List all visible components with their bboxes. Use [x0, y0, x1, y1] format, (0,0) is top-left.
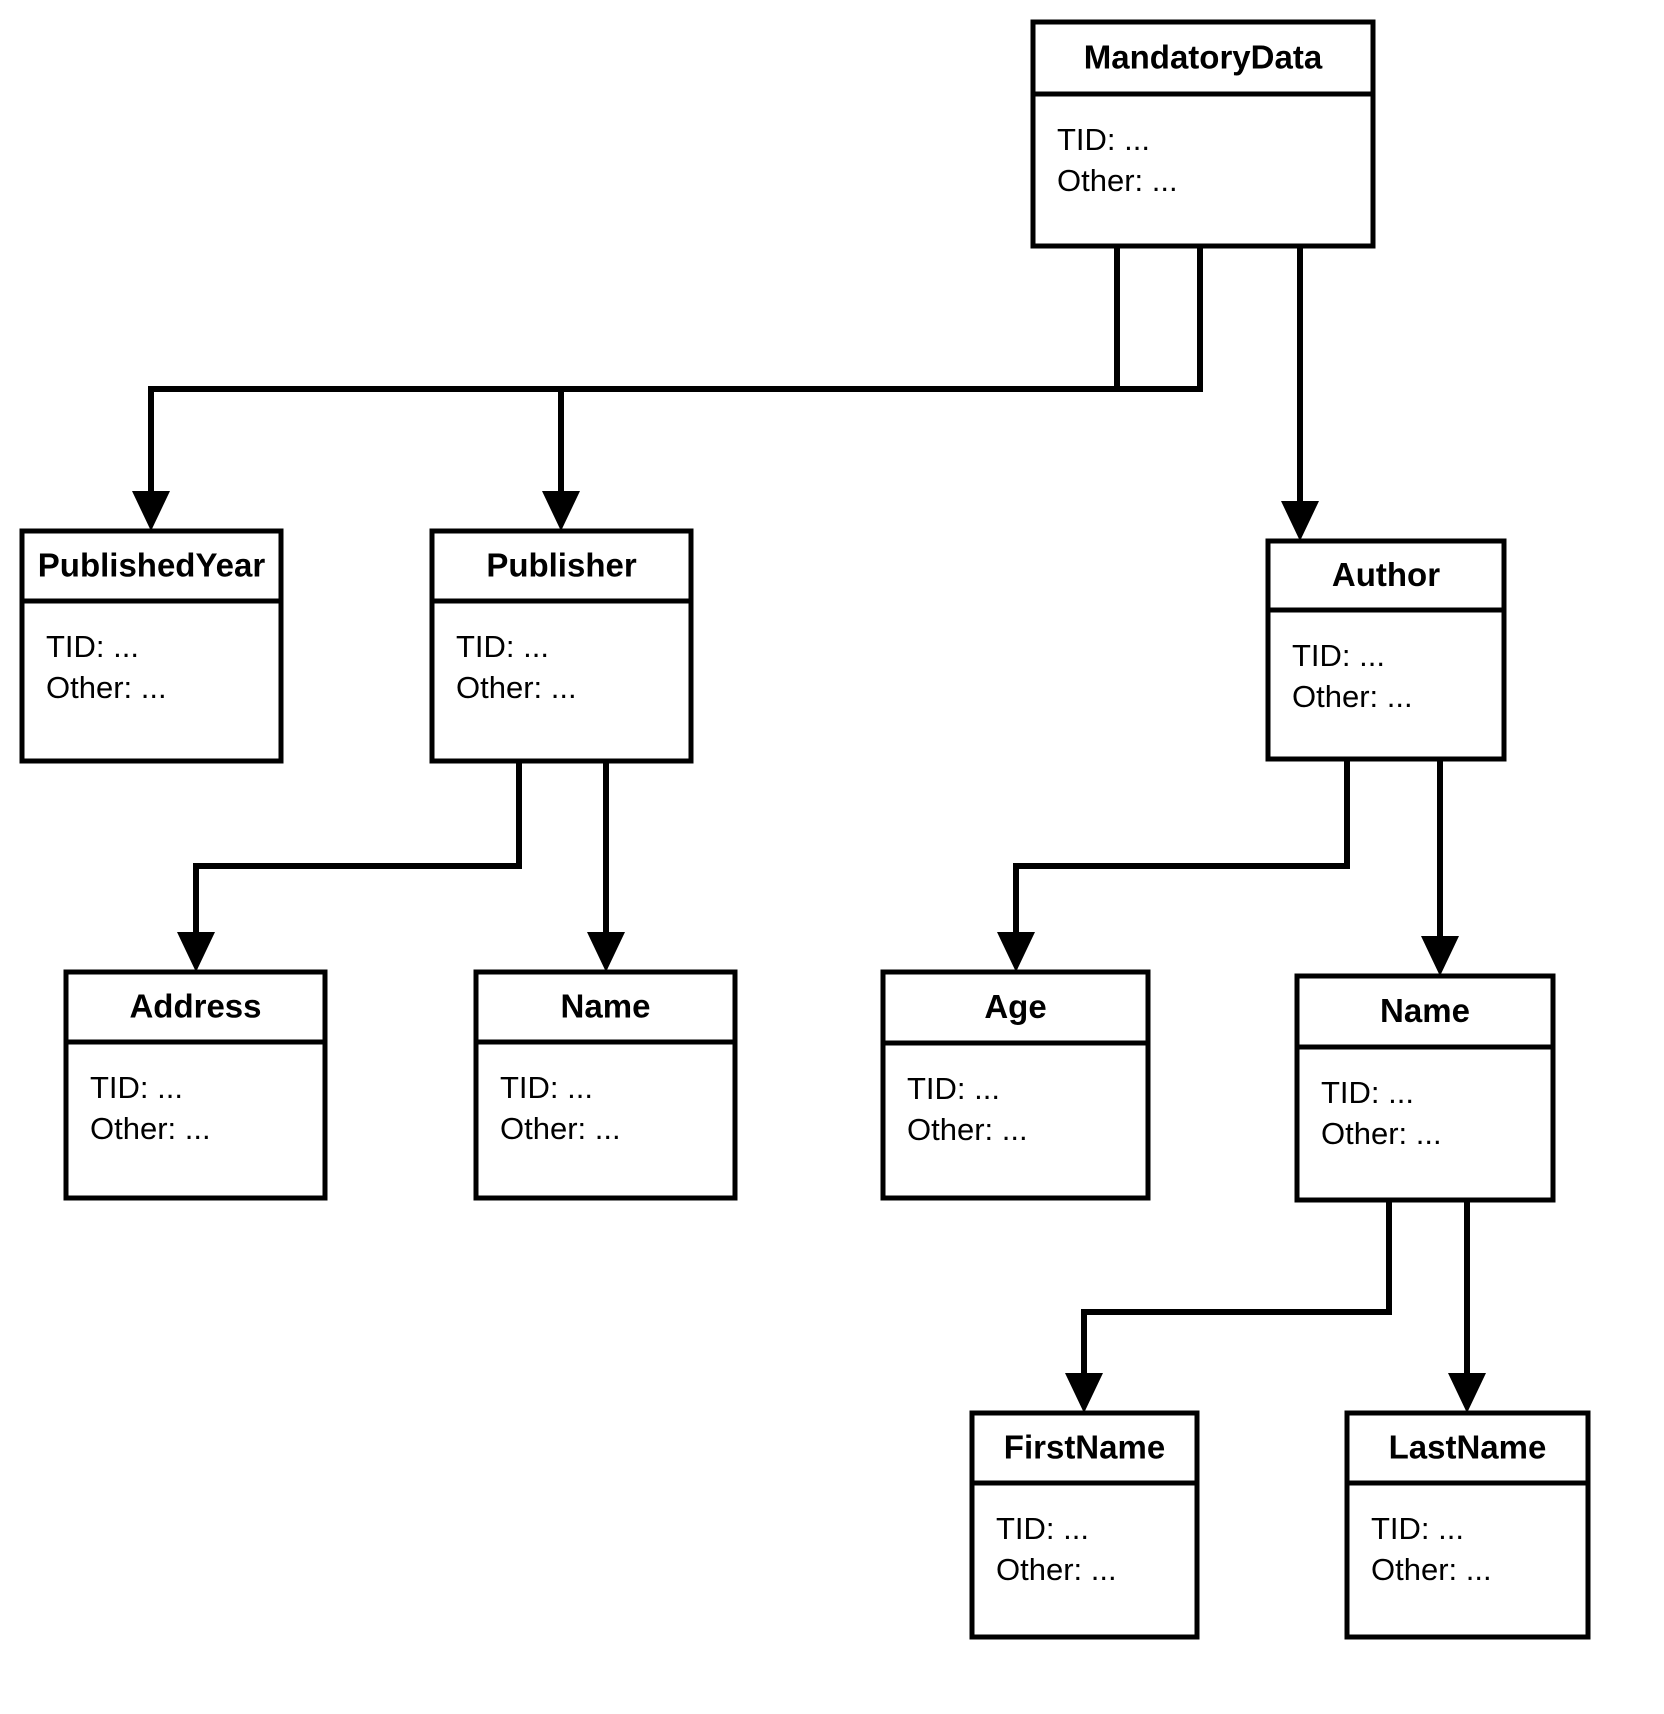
class-box-firstname[interactable]: FirstName TID: ... Other: ... — [969, 1410, 1200, 1640]
class-box-title: Author — [1332, 556, 1440, 593]
connector-name-lastname — [1448, 1200, 1486, 1413]
class-attribute: Other: ... — [90, 1111, 211, 1146]
class-box-mandatorydata[interactable]: MandatoryData TID: ... Other: ... — [1030, 19, 1376, 249]
class-box-title: Name — [561, 988, 651, 1025]
class-attribute: Other: ... — [1321, 1116, 1442, 1151]
connector-line — [148, 246, 1120, 493]
class-attribute: TID: ... — [907, 1071, 1000, 1106]
arrowhead-icon — [1448, 1373, 1486, 1413]
connector-author-age — [997, 759, 1350, 972]
class-attribute: TID: ... — [90, 1070, 183, 1105]
class-box-publishedyear[interactable]: PublishedYear TID: ... Other: ... — [19, 528, 284, 764]
class-attribute: TID: ... — [1321, 1075, 1414, 1110]
arrowhead-icon — [542, 491, 580, 531]
class-attribute: TID: ... — [1057, 122, 1150, 157]
connector-author-name — [1421, 759, 1459, 976]
class-attribute: TID: ... — [996, 1511, 1089, 1546]
class-attribute: Other: ... — [500, 1111, 621, 1146]
connector-publisher-name — [587, 761, 625, 972]
arrowhead-icon — [1421, 936, 1459, 976]
class-box-title: PublishedYear — [38, 547, 266, 584]
class-attribute: Other: ... — [907, 1112, 1028, 1147]
class-attribute: TID: ... — [1292, 638, 1385, 673]
class-box-layer: MandatoryDataTID: ...Other: ...Published… — [19, 19, 1591, 1640]
class-attribute: Other: ... — [1292, 679, 1413, 714]
class-box-title: LastName — [1389, 1429, 1547, 1466]
arrowhead-icon — [1065, 1373, 1103, 1413]
class-attribute: TID: ... — [46, 629, 139, 664]
connector-md-publisher — [542, 246, 1203, 531]
class-attribute: TID: ... — [1371, 1511, 1464, 1546]
uml-diagram-canvas: MandatoryData TID: ... Other: ... Published… — [0, 0, 1664, 1714]
class-box-title: MandatoryData — [1084, 39, 1323, 76]
class-attribute: Other: ... — [46, 670, 167, 705]
class-box-author-name[interactable]: Name TID: ... Other: ... — [1294, 973, 1556, 1203]
connector-line — [1013, 759, 1350, 934]
connector-line — [1081, 1200, 1392, 1375]
arrowhead-icon — [132, 491, 170, 531]
class-box-title: FirstName — [1004, 1429, 1165, 1466]
class-box-age[interactable]: Age TID: ... Other: ... — [880, 969, 1151, 1201]
arrowhead-icon — [997, 932, 1035, 972]
arrowhead-icon — [587, 932, 625, 972]
class-box-publisher[interactable]: Publisher TID: ... Other: ... — [429, 528, 694, 764]
class-box-author[interactable]: Author TID: ... Other: ... — [1265, 538, 1507, 762]
class-box-title: Address — [129, 988, 261, 1025]
class-box-lastname[interactable]: LastName TID: ... Other: ... — [1344, 1410, 1591, 1640]
connector-layer — [132, 246, 1486, 1413]
class-box-title: Publisher — [486, 547, 637, 584]
class-box-title: Name — [1380, 992, 1470, 1029]
class-box-title: Age — [984, 988, 1046, 1025]
class-attribute: Other: ... — [1057, 163, 1178, 198]
arrowhead-icon — [177, 932, 215, 972]
class-attribute: Other: ... — [456, 670, 577, 705]
connector-line — [558, 246, 1203, 493]
class-attribute: TID: ... — [500, 1070, 593, 1105]
class-box-publisher-name[interactable]: Name TID: ... Other: ... — [473, 969, 738, 1201]
diagram-svg: MandatoryDataTID: ...Other: ...Published… — [19, 19, 1591, 1640]
arrowhead-icon — [1281, 501, 1319, 541]
class-attribute: Other: ... — [996, 1552, 1117, 1587]
connector-md-author — [1281, 246, 1319, 541]
connector-publisher-address — [177, 761, 522, 972]
connector-line — [193, 761, 522, 934]
class-attribute: Other: ... — [1371, 1552, 1492, 1587]
connector-name-firstname — [1065, 1200, 1392, 1413]
class-box-address[interactable]: Address TID: ... Other: ... — [63, 969, 328, 1201]
class-attribute: TID: ... — [456, 629, 549, 664]
